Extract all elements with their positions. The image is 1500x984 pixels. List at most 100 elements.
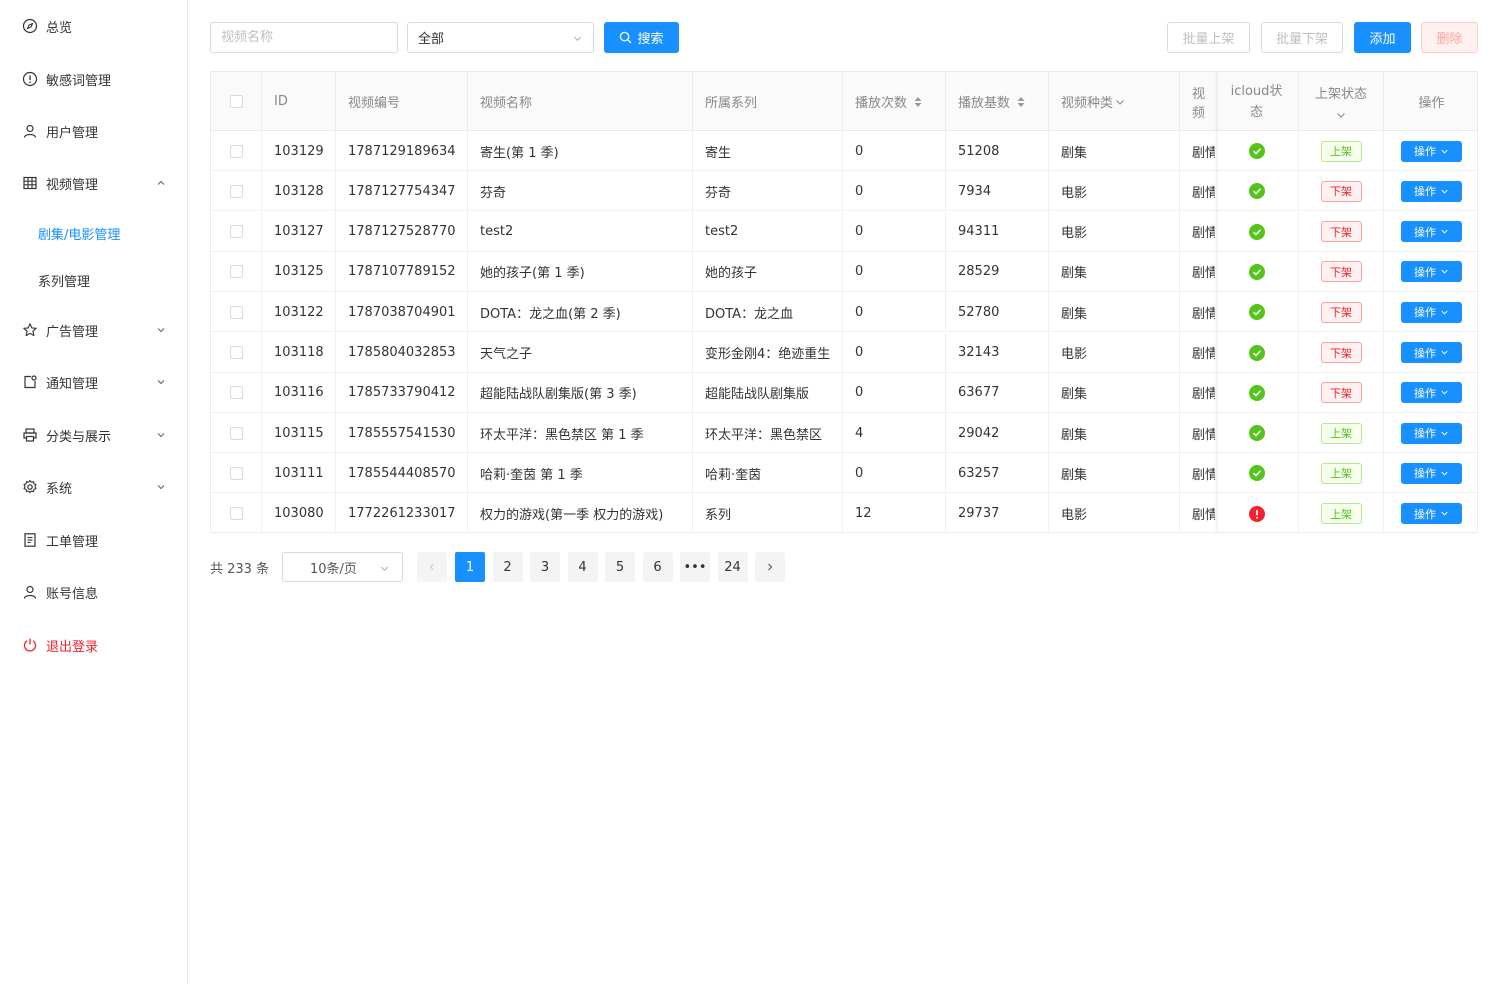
cell-video-type: 剧情 [1192, 266, 1215, 282]
pagination-next-button[interactable] [755, 552, 785, 582]
sort-icon[interactable] [1016, 96, 1026, 108]
row-actions-dropdown-button[interactable]: 操作 [1401, 180, 1462, 202]
cell-play-count: 0 [843, 131, 946, 171]
select-all-checkbox[interactable] [229, 95, 243, 108]
row-actions-label: 操作 [1414, 386, 1436, 400]
row-actions-dropdown-button[interactable]: 操作 [1401, 140, 1462, 162]
pagination-prev-button[interactable] [417, 552, 447, 582]
cell-video-code: 1785733790412 [336, 372, 468, 413]
row-checkbox[interactable] [229, 507, 243, 521]
pagination-page-2[interactable]: 2 [492, 552, 523, 582]
add-button[interactable]: 添加 [1354, 22, 1411, 53]
cell-video-name: 天气之子 [468, 332, 693, 373]
sort-icon[interactable] [913, 96, 923, 108]
video-table: ID 视频编号 视频名称 所属系列 播放次数 播放基数 视频种类 视频 iclo… [210, 71, 1478, 533]
cell-play-base: 32143 [946, 332, 1049, 373]
sidebar-item-ads[interactable]: 广告管理 [0, 310, 187, 350]
pagination-page-1[interactable]: 1 [455, 552, 485, 582]
row-actions-dropdown-button[interactable]: 操作 [1401, 221, 1462, 243]
chevron-down-icon [1441, 189, 1448, 194]
pagination-page-4[interactable]: 4 [567, 552, 598, 582]
chevron-down-icon[interactable] [1115, 97, 1125, 107]
header-video-kind[interactable]: 视频种类 [1049, 72, 1180, 131]
sidebar-item-notifications[interactable]: 通知管理 [0, 362, 187, 402]
row-actions-dropdown-button[interactable]: 操作 [1401, 422, 1462, 444]
table-row: 1031281787127754347芬奇芬奇07934电影剧情下架操作 [211, 171, 1477, 212]
row-checkbox[interactable] [229, 346, 243, 359]
row-checkbox[interactable] [229, 426, 243, 440]
row-checkbox[interactable] [229, 305, 243, 319]
row-checkbox[interactable] [229, 386, 243, 400]
cell-id: 103111 [262, 453, 336, 494]
sidebar-item-categories[interactable]: 分类与展示 [0, 415, 187, 455]
table-row: 1031291787129189634寄生(第 1 季)寄生051208剧集剧情… [211, 131, 1477, 171]
cell-series: 环太平洋：黑色禁区 [693, 413, 843, 454]
sidebar-subitem-episodes-movies[interactable]: 剧集/电影管理 [0, 213, 187, 253]
header-play-count[interactable]: 播放次数 [843, 72, 946, 131]
cell-play-base: 29042 [946, 413, 1049, 454]
sidebar-item-label: 敏感词管理 [46, 73, 112, 89]
pagination-ellipsis[interactable]: ••• [680, 552, 710, 582]
cell-id: 103080 [262, 493, 336, 532]
sidebar-item-label: 账号信息 [46, 586, 99, 602]
delete-button[interactable]: 删除 [1421, 22, 1478, 53]
sidebar-item-logout[interactable]: 退出登录 [0, 625, 187, 665]
row-actions-dropdown-button[interactable]: 操作 [1401, 503, 1462, 525]
shelf-status-badge: 下架 [1320, 382, 1362, 404]
cell-video-type: 剧情 [1192, 387, 1215, 403]
cell-video-code: 1787107789152 [336, 251, 468, 292]
sidebar-item-label: 用户管理 [46, 125, 99, 141]
chevron-down-icon[interactable] [1336, 110, 1346, 120]
category-select[interactable]: 全部 [407, 22, 594, 53]
row-checkbox[interactable] [229, 144, 243, 158]
header-shelf-status[interactable]: 上架状态 [1299, 72, 1384, 131]
cell-shelf-status: 下架 [1299, 332, 1384, 373]
compass-icon [22, 18, 38, 34]
header-play-base[interactable]: 播放基数 [946, 72, 1049, 131]
cell-series: 超能陆战队剧集版 [693, 372, 843, 413]
sidebar-item-users[interactable]: 用户管理 [0, 111, 187, 151]
cell-select [211, 251, 262, 292]
row-actions-dropdown-button[interactable]: 操作 [1401, 382, 1462, 404]
page-size-select[interactable]: 10条/页 [282, 552, 403, 582]
cell-actions: 操作 [1384, 292, 1477, 332]
pagination-page-24[interactable]: 24 [717, 552, 748, 582]
sidebar-item-tickets[interactable]: 工单管理 [0, 520, 187, 560]
cell-play-count: 0 [843, 251, 946, 292]
row-checkbox[interactable] [229, 225, 243, 239]
table-row: 103115 1785557541530 环太平洋：黑色禁区 第 1 季环太平洋：黑… [211, 413, 1477, 454]
cell-icloud-status [1215, 131, 1299, 171]
pagination-page-3[interactable]: 3 [530, 552, 560, 582]
sidebar-item-system[interactable]: 系统 [0, 467, 187, 507]
cell-select [211, 372, 262, 413]
pagination-page-6[interactable]: 6 [642, 552, 673, 582]
shelf-status-badge: 上架 [1320, 462, 1362, 484]
row-checkbox[interactable] [229, 184, 243, 198]
video-name-search-input[interactable] [210, 22, 398, 53]
row-actions-dropdown-button[interactable]: 操作 [1401, 462, 1462, 484]
batch-off-shelf-button[interactable]: 批量下架 [1261, 22, 1343, 53]
row-checkbox[interactable] [229, 466, 243, 480]
header-select-all[interactable] [211, 72, 262, 131]
sidebar-item-account[interactable]: 账号信息 [0, 572, 187, 612]
chevron-down-icon [380, 566, 389, 572]
row-actions-dropdown-button[interactable]: 操作 [1401, 342, 1462, 363]
chevron-down-icon [573, 36, 582, 42]
search-button[interactable]: 搜索 [604, 22, 679, 53]
header-shelf-status-label: 上架状态 [1314, 86, 1367, 102]
batch-on-shelf-button[interactable]: 批量上架 [1167, 22, 1250, 53]
row-actions-dropdown-button[interactable]: 操作 [1401, 301, 1462, 323]
sidebar-item-overview[interactable]: 总览 [0, 6, 187, 46]
sidebar-item-videos[interactable]: 视频管理 [0, 163, 187, 203]
cell-id: 103125 [262, 251, 336, 292]
row-actions-dropdown-button[interactable]: 操作 [1401, 261, 1462, 283]
cell-series: 变形金刚4：绝迹重生 [693, 332, 843, 373]
pagination-page-5[interactable]: 5 [605, 552, 635, 582]
cell-video-kind: 剧集 [1049, 131, 1180, 171]
check-circle-icon [1248, 183, 1265, 200]
chevron-down-icon [157, 485, 165, 490]
row-checkbox[interactable] [229, 265, 243, 279]
sidebar-item-sensitive-words[interactable]: 敏感词管理 [0, 59, 187, 99]
sidebar-subitem-series[interactable]: 系列管理 [0, 260, 187, 300]
search-icon [620, 31, 632, 44]
